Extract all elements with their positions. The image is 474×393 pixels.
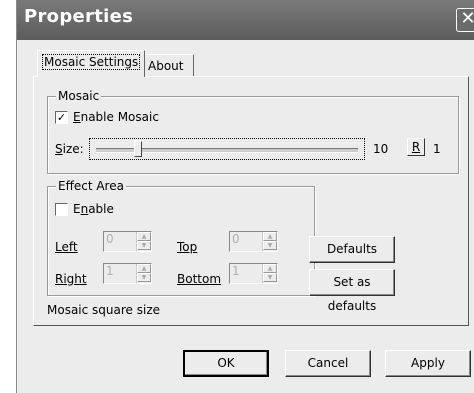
top-label: Top	[177, 240, 198, 254]
slider-thumb[interactable]	[134, 141, 142, 157]
top-spinner[interactable]: 0 ▲ ▼	[229, 231, 278, 252]
status-text: Mosaic square size	[47, 303, 161, 317]
tab-label: Mosaic Settings	[42, 54, 141, 70]
enable-mosaic-label[interactable]: Enable Mosaic	[73, 110, 159, 124]
down-arrow-icon[interactable]: ▼	[137, 241, 151, 250]
effect-enable-checkbox[interactable]	[55, 203, 68, 216]
right-spinner[interactable]: 1 ▲ ▼	[103, 263, 152, 284]
spinner-buttons[interactable]: ▲ ▼	[136, 232, 151, 251]
spinner-value: 1	[106, 264, 114, 278]
spinner-buttons[interactable]: ▲ ▼	[136, 264, 151, 283]
down-arrow-icon[interactable]: ▼	[263, 241, 277, 250]
cancel-button[interactable]: Cancel	[285, 350, 371, 377]
title-bar[interactable]: Properties ✕	[17, 0, 474, 40]
size-value: 10	[373, 142, 389, 156]
bottom-spinner[interactable]: 1 ▲ ▼	[229, 263, 278, 284]
spinner-value: 1	[232, 264, 240, 278]
down-arrow-icon[interactable]: ▼	[137, 273, 151, 282]
tab-about[interactable]: About	[143, 54, 194, 76]
tab-mosaic-settings[interactable]: Mosaic Settings	[37, 50, 146, 77]
size-slider[interactable]	[89, 138, 365, 160]
spinner-buttons[interactable]: ▲ ▼	[262, 264, 277, 283]
up-arrow-icon[interactable]: ▲	[137, 264, 151, 273]
bottom-label: Bottom	[177, 272, 222, 286]
defaults-button[interactable]: Defaults	[309, 236, 395, 263]
check-icon: ✓	[56, 111, 67, 124]
reset-size-button[interactable]: R	[407, 138, 425, 156]
mosaic-group: Mosaic	[47, 89, 459, 174]
enable-mosaic-checkbox[interactable]: ✓	[55, 111, 68, 124]
left-spinner[interactable]: 0 ▲ ▼	[103, 231, 152, 252]
size-secondary-value: 1	[433, 142, 441, 156]
spinner-value: 0	[106, 232, 114, 246]
effect-enable-label[interactable]: Enable	[73, 202, 114, 216]
spinner-value: 0	[232, 232, 240, 246]
set-as-defaults-button[interactable]: Set as defaults	[309, 269, 395, 313]
up-arrow-icon[interactable]: ▲	[137, 232, 151, 241]
right-label: Right	[55, 272, 87, 286]
size-label: Size:	[55, 142, 84, 156]
close-icon[interactable]: ✕	[456, 8, 474, 32]
up-arrow-icon[interactable]: ▲	[263, 232, 277, 241]
left-label: Left	[55, 240, 78, 254]
window-title: Properties	[24, 6, 134, 27]
down-arrow-icon[interactable]: ▼	[263, 273, 277, 282]
properties-dialog: Properties ✕ Mosaic Settings About Mosai…	[16, 0, 474, 393]
ok-button[interactable]: OK	[183, 350, 269, 377]
up-arrow-icon[interactable]: ▲	[263, 264, 277, 273]
apply-button[interactable]: Apply	[385, 350, 471, 377]
group-title: Effect Area	[56, 179, 126, 193]
tab-label: About	[148, 59, 184, 73]
spinner-buttons[interactable]: ▲ ▼	[262, 232, 277, 251]
group-title: Mosaic	[56, 89, 102, 103]
